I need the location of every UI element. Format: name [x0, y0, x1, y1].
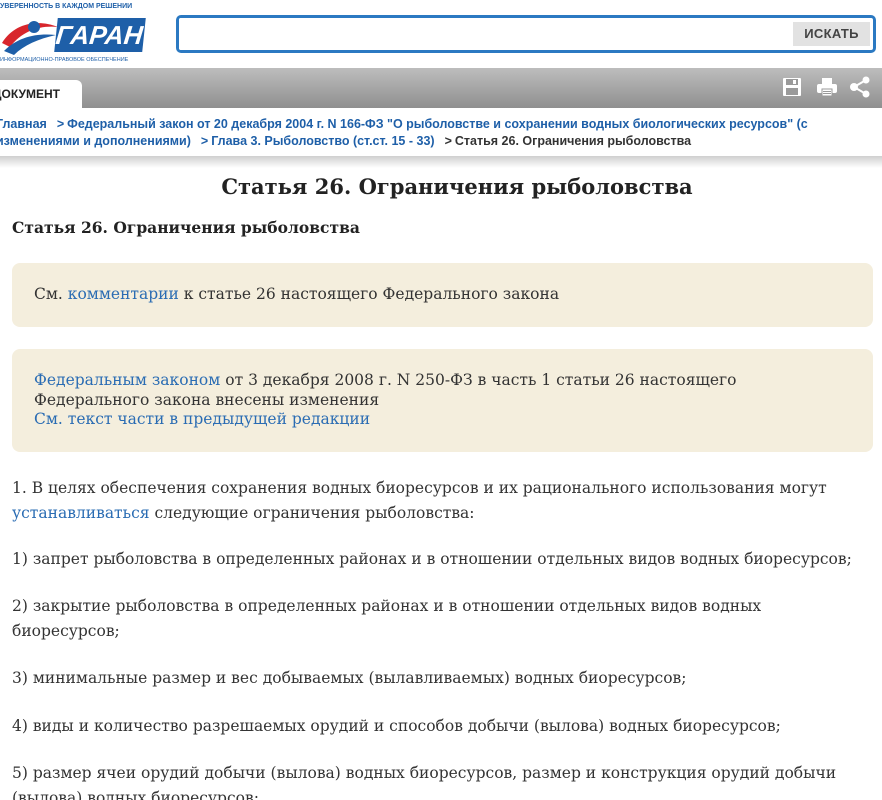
paragraph-1: 1. В целях обеспечения сохранения водных…	[12, 476, 870, 526]
garant-logo[interactable]: УВЕРЕННОСТЬ В КАЖДОМ РЕШЕНИИ ГАРАНТ ИНФО…	[0, 0, 161, 68]
establish-link[interactable]: устанавливаться	[12, 504, 150, 522]
list-item: 1) запрет рыболовства в определенных рай…	[12, 550, 852, 568]
search-bar: ИСКАТЬ	[176, 15, 876, 53]
breadcrumb-divider	[0, 156, 882, 168]
search-input[interactable]	[179, 18, 799, 50]
previous-edition-link[interactable]: См. текст части в предыдущей редакции	[34, 410, 370, 428]
breadcrumb-separator: >	[56, 117, 65, 131]
print-icon[interactable]	[816, 76, 838, 98]
logo-swoosh-icon	[2, 21, 58, 55]
logo-subtitle: ИНФОРМАЦИОННО-ПРАВОВОЕ ОБЕСПЕЧЕНИЕ	[0, 57, 129, 63]
save-icon[interactable]	[781, 76, 803, 98]
breadcrumb-current: Статья 26. Ограничения рыболовства	[454, 134, 692, 148]
tab-document[interactable]: ДОКУМЕНТ	[0, 80, 82, 108]
list-item: 5) размер ячеи орудий добычи (вылова) во…	[12, 764, 837, 800]
list-item: 3) минимальные размер и вес добываемых (…	[12, 669, 687, 687]
breadcrumb-separator: >	[444, 134, 452, 148]
amendment-note: Федеральным законом от 3 декабря 2008 г.…	[12, 349, 873, 452]
breadcrumb-home-link[interactable]: Главная	[0, 117, 47, 131]
breadcrumb-separator: >	[200, 134, 209, 148]
site-header: УВЕРЕННОСТЬ В КАЖДОМ РЕШЕНИИ ГАРАНТ ИНФО…	[0, 0, 882, 68]
logo-wordmark: ГАРАНТ	[54, 18, 161, 52]
document-toolbar: ДОКУМЕНТ	[0, 68, 882, 108]
list-item: 2) закрытие рыболовства в определенных р…	[12, 597, 762, 640]
paragraph-1-start: 1. В целях обеспечения сохранения водных…	[12, 479, 827, 497]
article-subtitle: Статья 26. Ограничения рыболовства	[12, 218, 360, 237]
logo-slogan: УВЕРЕННОСТЬ В КАЖДОМ РЕШЕНИИ	[0, 3, 133, 10]
note-suffix: к статье 26 настоящего Федерального зако…	[183, 285, 560, 303]
breadcrumb-chapter-link[interactable]: Глава 3. Рыболовство (ст.ст. 15 - 33)	[211, 134, 434, 148]
tab-document-label: ДОКУМЕНТ	[0, 87, 60, 101]
page-title: Статья 26. Ограничения рыболовства	[221, 174, 693, 199]
share-icon[interactable]	[849, 76, 871, 98]
note-prefix: См.	[34, 285, 63, 303]
search-button[interactable]: ИСКАТЬ	[793, 22, 870, 46]
list-item: 4) виды и количество разрешаемых орудий …	[12, 717, 781, 735]
paragraph-1-end: следующие ограничения рыболовства:	[154, 504, 475, 522]
federal-law-link[interactable]: Федеральным законом	[34, 371, 220, 389]
comment-note: См. комментарии к статье 26 настоящего Ф…	[12, 263, 873, 327]
comments-link[interactable]: комментарии	[68, 285, 179, 303]
breadcrumb: Главная > Федеральный закон от 20 декабря …	[0, 116, 870, 150]
